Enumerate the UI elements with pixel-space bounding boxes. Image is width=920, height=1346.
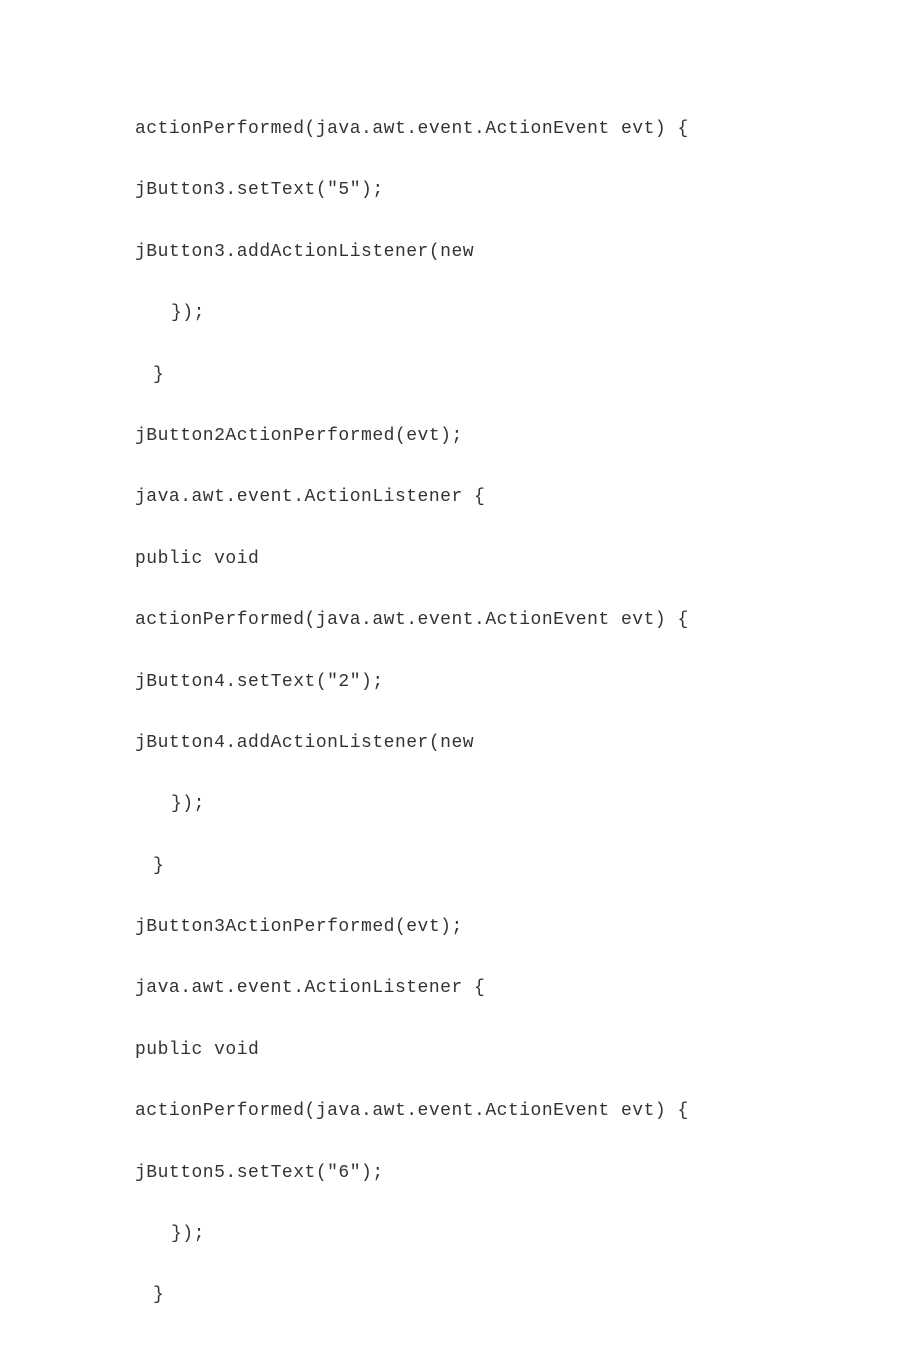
code-line: public void — [135, 548, 920, 571]
code-line: jButton3.setText("5"); — [135, 179, 920, 202]
code-line: } — [135, 364, 920, 387]
code-line: }); — [135, 793, 920, 816]
code-line: jButton3ActionPerformed(evt); — [135, 916, 920, 939]
code-line: jButton5.setText("6"); — [135, 1162, 920, 1185]
code-line: jButton4.addActionListener(new — [135, 732, 920, 755]
code-line: }); — [135, 302, 920, 325]
code-line: java.awt.event.ActionListener { — [135, 486, 920, 509]
code-line: } — [135, 855, 920, 878]
code-line: actionPerformed(java.awt.event.ActionEve… — [135, 118, 920, 141]
code-line: jButton4.setText("2"); — [135, 671, 920, 694]
code-line: java.awt.event.ActionListener { — [135, 977, 920, 1000]
document-page: actionPerformed(java.awt.event.ActionEve… — [0, 0, 920, 1308]
code-line: actionPerformed(java.awt.event.ActionEve… — [135, 1100, 920, 1123]
code-line: jButton2ActionPerformed(evt); — [135, 425, 920, 448]
code-line: actionPerformed(java.awt.event.ActionEve… — [135, 609, 920, 632]
code-line: jButton3.addActionListener(new — [135, 241, 920, 264]
code-line: }); — [135, 1223, 920, 1246]
code-line: } — [135, 1284, 920, 1307]
code-line: public void — [135, 1039, 920, 1062]
